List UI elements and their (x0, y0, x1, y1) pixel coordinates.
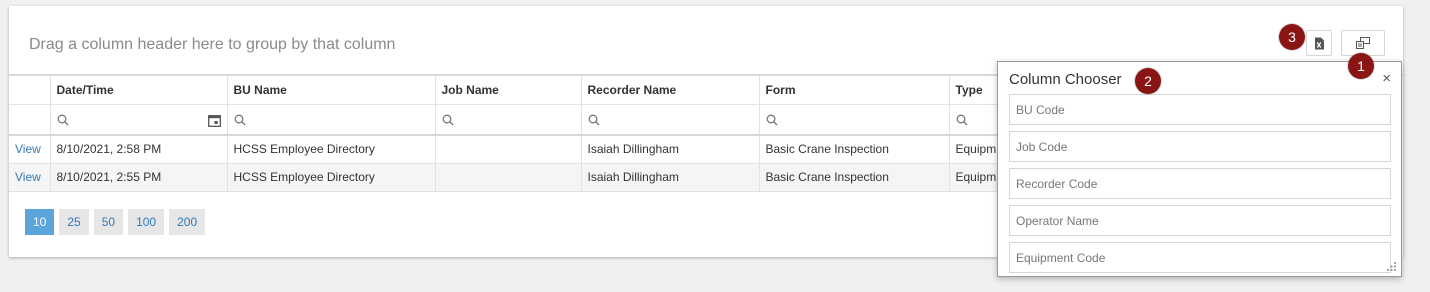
search-icon (766, 114, 777, 126)
column-header-bu-name[interactable]: BU Name (227, 76, 436, 105)
callout-badge-2: 2 (1135, 68, 1161, 94)
page-size-25[interactable]: 25 (59, 209, 89, 235)
header-row: Date/Time BU Name Job Name Recorder Name… (9, 76, 1030, 105)
search-icon (442, 114, 453, 126)
cell-recorder-name: Isaiah Dillingham (581, 163, 760, 192)
search-icon (956, 114, 967, 126)
filter-bu-name[interactable] (227, 104, 436, 136)
chooser-item-bu-code[interactable]: BU Code (1009, 94, 1391, 125)
group-panel[interactable]: Drag a column header here to group by th… (29, 36, 395, 54)
column-chooser-button[interactable] (1341, 30, 1385, 56)
filter-recorder-name[interactable] (581, 104, 760, 136)
page-size-100[interactable]: 100 (128, 209, 165, 235)
chooser-item-job-code[interactable]: Job Code (1009, 131, 1391, 162)
cell-bu-name: HCSS Employee Directory (227, 135, 436, 164)
cell-form: Basic Crane Inspection (759, 163, 950, 192)
chooser-item-equipment-code[interactable]: Equipment Code (1009, 242, 1391, 273)
table-row[interactable]: View 8/10/2021, 2:58 PM HCSS Employee Di… (9, 135, 1030, 164)
cell-datetime: 8/10/2021, 2:55 PM (50, 163, 228, 192)
export-excel-button[interactable] (1306, 30, 1332, 56)
filter-row (9, 104, 1030, 136)
column-header-recorder-name[interactable]: Recorder Name (581, 76, 760, 105)
chooser-item-operator-name[interactable]: Operator Name (1009, 205, 1391, 236)
view-link[interactable]: View (9, 163, 51, 192)
search-icon (234, 114, 245, 126)
view-link[interactable]: View (9, 135, 51, 164)
column-chooser-icon (1356, 37, 1370, 49)
filter-job-name[interactable] (435, 104, 582, 136)
page-size-50[interactable]: 50 (93, 209, 124, 235)
cell-form: Basic Crane Inspection (759, 135, 950, 164)
callout-badge-3: 3 (1279, 24, 1305, 50)
cell-job-name (435, 163, 582, 192)
column-header-form[interactable]: Form (759, 76, 950, 105)
page-size-200[interactable]: 200 (169, 209, 206, 235)
page-size-selector: 10 25 50 100 200 (25, 209, 206, 235)
cell-job-name (435, 135, 582, 164)
chooser-item-recorder-code[interactable]: Recorder Code (1009, 168, 1391, 199)
excel-export-icon (1315, 37, 1324, 49)
column-header-action[interactable] (9, 76, 51, 105)
callout-badge-1: 1 (1348, 53, 1374, 79)
column-chooser-title: Column Chooser (1009, 71, 1122, 88)
resize-grip-icon[interactable] (1386, 261, 1397, 272)
cell-datetime: 8/10/2021, 2:58 PM (50, 135, 228, 164)
cell-bu-name: HCSS Employee Directory (227, 163, 436, 192)
column-header-job-name[interactable]: Job Name (435, 76, 582, 105)
filter-datetime[interactable] (50, 104, 228, 136)
table-row[interactable]: View 8/10/2021, 2:55 PM HCSS Employee Di… (9, 163, 1030, 192)
column-header-datetime[interactable]: Date/Time (50, 76, 228, 105)
filter-form[interactable] (759, 104, 950, 136)
close-icon[interactable]: × (1382, 70, 1391, 87)
column-chooser-popup: Column Chooser × BU Code Job Code Record… (997, 61, 1402, 277)
filter-cell-empty (9, 104, 51, 136)
calendar-icon[interactable] (207, 114, 221, 127)
search-icon (588, 114, 599, 126)
page-size-10[interactable]: 10 (25, 209, 55, 235)
cell-recorder-name: Isaiah Dillingham (581, 135, 760, 164)
search-icon (57, 114, 68, 126)
